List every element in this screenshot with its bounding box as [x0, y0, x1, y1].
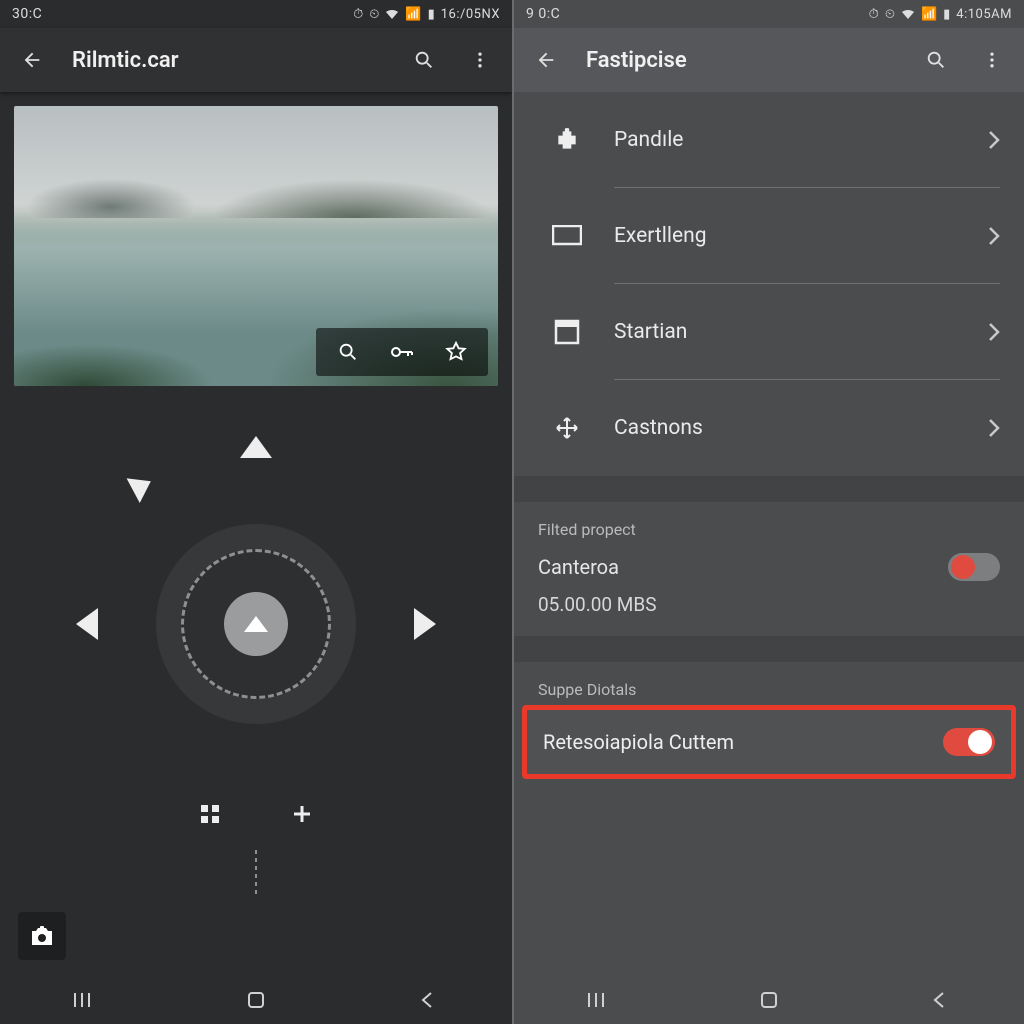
page-title: Fastipcise: [586, 48, 896, 73]
list-item-label: Castnons: [596, 416, 988, 440]
list-item-label: Pandıle: [596, 128, 988, 152]
camera-button[interactable]: [18, 912, 66, 960]
section-title: Suppe Diotals: [514, 662, 1024, 705]
wifi-icon: [385, 8, 399, 20]
search-button[interactable]: [408, 44, 440, 76]
overflow-button[interactable]: [464, 44, 496, 76]
app-bar: Fastipcise: [514, 28, 1024, 92]
nav-recents[interactable]: [586, 987, 612, 1013]
nav-back[interactable]: [926, 987, 952, 1013]
drag-handle-icon[interactable]: [255, 850, 257, 898]
nav-home[interactable]: [756, 987, 782, 1013]
status-bar: 30:C ⏱ ⏲ 📶 ▮ 16:/05NX: [0, 0, 512, 28]
list-item[interactable]: Exertlleng: [514, 188, 1024, 284]
puzzle-icon: [538, 127, 596, 153]
status-bar: 9 0:C ⏱ ⏲ 📶 ▮ 4:105AM: [514, 0, 1024, 28]
section-title: Filted propect: [514, 502, 1024, 545]
phone-left: 30:C ⏱ ⏲ 📶 ▮ 16:/05NX Rilmtic.car: [0, 0, 512, 1024]
nav-recents[interactable]: [72, 987, 98, 1013]
search-button[interactable]: [920, 44, 952, 76]
list-item[interactable]: Startian: [514, 284, 1024, 380]
pref-label: Retesoiapiola Cuttem: [543, 730, 734, 754]
alarm-icon: ⏱: [869, 7, 879, 22]
battery-icon: ▮: [428, 7, 435, 22]
back-button[interactable]: [16, 44, 48, 76]
list-item[interactable]: Castnons: [514, 380, 1024, 476]
dpad-footer: [194, 798, 318, 830]
pref-label: Canteroa: [538, 555, 619, 579]
pref-canteroa[interactable]: Canteroa: [514, 545, 1024, 589]
status-left: 30:C: [12, 6, 42, 22]
pref-highlighted[interactable]: Retesoiapiola Cuttem: [522, 705, 1016, 779]
signal-icon: 📶: [405, 7, 421, 22]
status-icons: ⏱ ⏲ 📶 ▮ 4:105AM: [869, 7, 1012, 22]
status-time: 16:/05NX: [441, 7, 500, 22]
nav-back[interactable]: [414, 987, 440, 1013]
dpad-area: [0, 386, 512, 976]
overflow-button[interactable]: [976, 44, 1008, 76]
display-icon: [538, 225, 596, 247]
list-item[interactable]: Pandıle: [514, 92, 1024, 188]
nav-home[interactable]: [243, 987, 269, 1013]
dpad-up-left[interactable]: [127, 469, 158, 503]
dpad: [96, 464, 416, 784]
plus-icon[interactable]: [286, 798, 318, 830]
section-divider: [514, 476, 1024, 502]
status-time: 4:105AM: [956, 7, 1012, 22]
battery-icon: ▮: [943, 7, 950, 22]
status-left: 9 0:C: [526, 6, 560, 22]
chevron-right-icon: [988, 130, 1000, 150]
zoom-icon[interactable]: [332, 336, 364, 368]
grid-icon[interactable]: [194, 798, 226, 830]
settings-list: Pandıle Exertlleng Startian: [514, 92, 1024, 476]
star-icon[interactable]: [440, 336, 472, 368]
wifi-icon: [901, 8, 915, 20]
dpad-left[interactable]: [76, 608, 98, 640]
status-icons: ⏱ ⏲ 📶 ▮ 16:/05NX: [353, 7, 500, 22]
preview-action-bar: [316, 328, 488, 376]
move-icon: [538, 416, 596, 440]
page-title: Rilmtic.car: [72, 48, 384, 73]
app-bar: Rilmtic.car: [0, 28, 512, 92]
timer-icon: ⏲: [885, 7, 895, 22]
alarm-icon: ⏱: [353, 7, 363, 22]
chevron-right-icon: [988, 322, 1000, 342]
dpad-right[interactable]: [414, 608, 436, 640]
key-icon[interactable]: [386, 336, 418, 368]
list-item-label: Startian: [596, 320, 988, 344]
toggle-canteroa[interactable]: [948, 553, 1000, 581]
list-item-label: Exertlleng: [596, 224, 988, 248]
phone-right: 9 0:C ⏱ ⏲ 📶 ▮ 4:105AM Fastipcise: [512, 0, 1024, 1024]
dpad-center[interactable]: [224, 592, 288, 656]
back-button[interactable]: [530, 44, 562, 76]
nav-bar: [0, 976, 512, 1024]
timer-icon: ⏲: [369, 7, 379, 22]
nav-bar: [514, 976, 1024, 1024]
dpad-up[interactable]: [240, 436, 272, 458]
pref-value: 05.00.00 MBS: [514, 589, 1024, 636]
chevron-right-icon: [988, 418, 1000, 438]
signal-icon: 📶: [921, 7, 937, 22]
media-preview[interactable]: [14, 106, 498, 386]
window-icon: [538, 319, 596, 345]
toggle-highlighted[interactable]: [943, 728, 995, 756]
section-divider: [514, 636, 1024, 662]
chevron-right-icon: [988, 226, 1000, 246]
